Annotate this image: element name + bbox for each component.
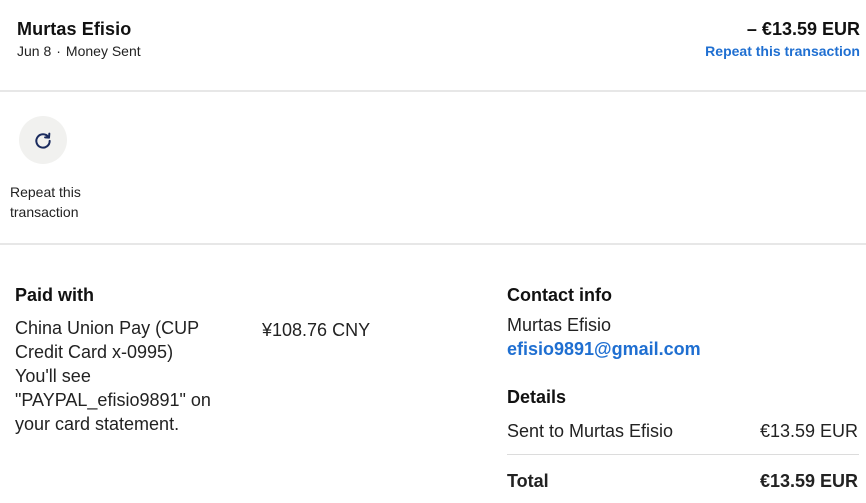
- payment-method: China Union Pay (CUP Credit Card x-0995): [15, 318, 199, 362]
- contact-email-link[interactable]: efisio9891@gmail.com: [507, 337, 701, 361]
- payment-method-description: China Union Pay (CUP Credit Card x-0995)…: [15, 316, 215, 436]
- details-divider: [507, 454, 859, 455]
- actions-bar: Repeat this transaction: [0, 92, 866, 245]
- meta-separator: ·: [56, 43, 61, 59]
- sent-to-label: Sent to Murtas Efisio: [507, 421, 674, 441]
- contact-name: Murtas Efisio: [507, 315, 612, 335]
- repeat-transaction-button[interactable]: [19, 116, 67, 164]
- statement-note: You'll see "PAYPAL_efisio9891" on your c…: [15, 366, 211, 434]
- details-title: Details: [507, 387, 567, 407]
- sent-amount: €13.59 EUR: [759, 421, 858, 441]
- total-label: Total: [507, 471, 549, 491]
- transaction-type: Money Sent: [65, 43, 141, 59]
- repeat-transaction-label[interactable]: Repeat this transaction: [10, 182, 110, 222]
- recipient-name: Murtas Efisio: [17, 19, 132, 39]
- contact-info-title: Contact info: [507, 285, 612, 305]
- refresh-icon: [35, 132, 51, 149]
- total-amount: €13.59 EUR: [759, 471, 858, 491]
- paid-amount: ¥108.76 CNY: [262, 320, 371, 340]
- transaction-amount: – €13.59 EUR: [746, 19, 860, 39]
- repeat-transaction-link[interactable]: Repeat this transaction: [705, 43, 860, 59]
- transaction-meta: Jun 8 · Money Sent: [17, 43, 141, 59]
- transaction-date: Jun 8: [17, 43, 52, 59]
- paid-with-title: Paid with: [15, 285, 95, 305]
- transaction-header: Murtas Efisio Jun 8 · Money Sent – €13.59 …: [0, 0, 866, 92]
